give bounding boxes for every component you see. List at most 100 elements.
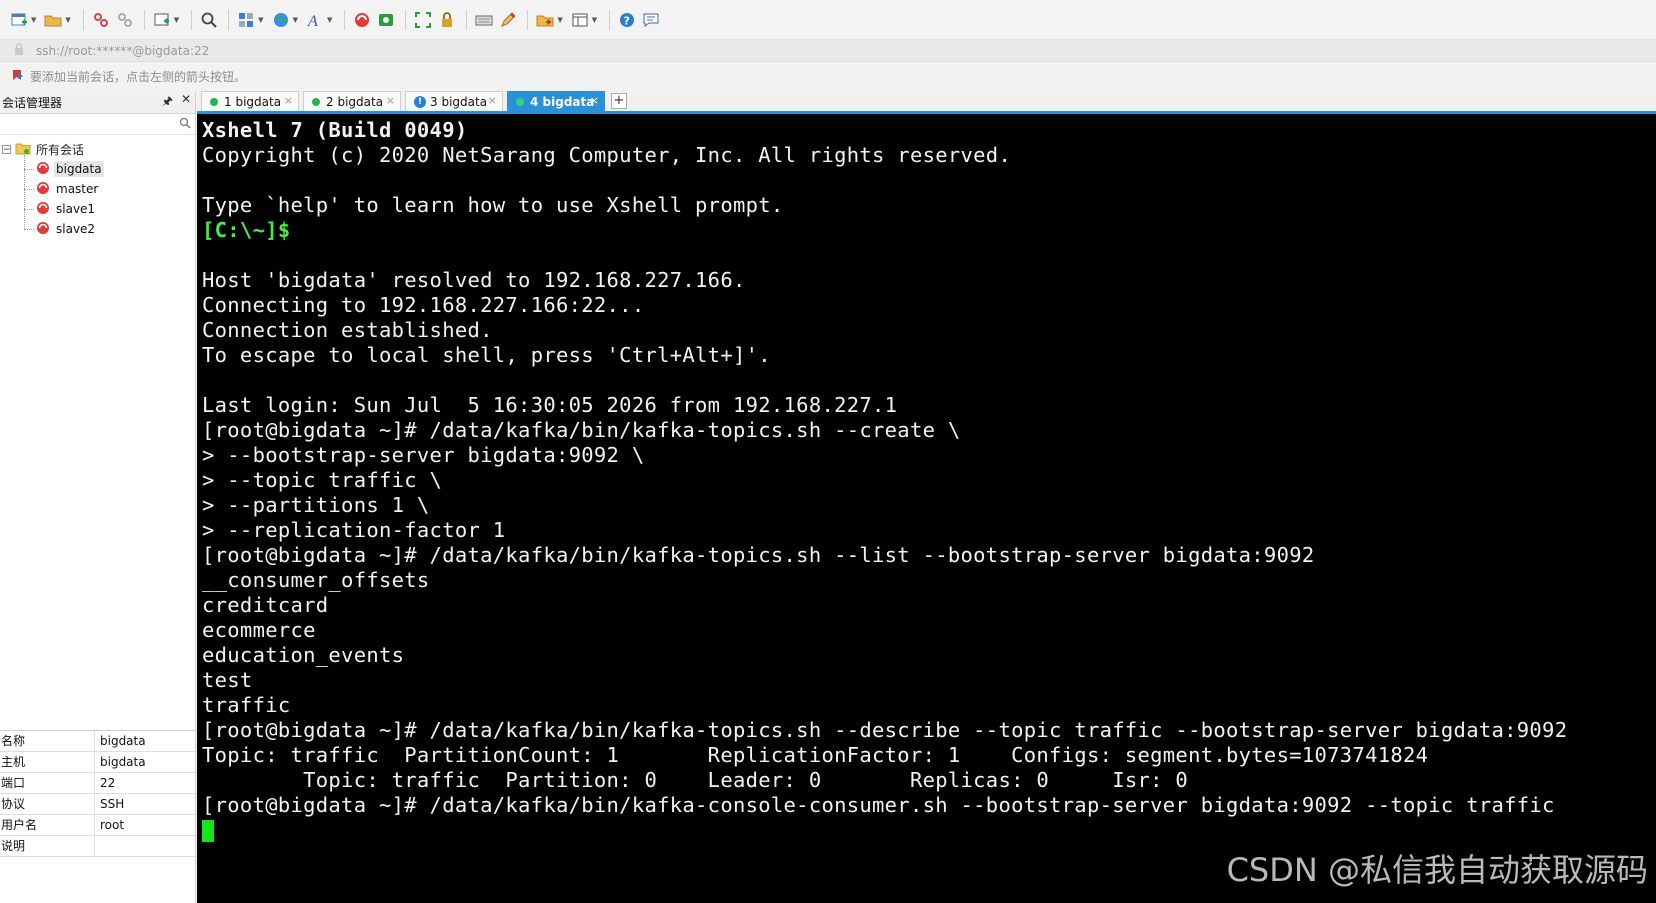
close-tab-icon[interactable]: × <box>488 94 497 107</box>
properties-icon[interactable] <box>235 9 257 31</box>
session-icon <box>36 201 50 218</box>
tab-label: 3 bigdata <box>430 94 488 109</box>
session-item-slave2[interactable]: slave2 <box>24 219 195 239</box>
session-label: bigdata <box>54 161 104 177</box>
folder-icon <box>15 141 31 158</box>
tree-branch-line <box>24 208 34 210</box>
font-dropdown-icon[interactable]: ▼ <box>327 16 332 24</box>
help-icon[interactable]: ? <box>616 9 638 31</box>
pin-icon[interactable]: 🖈 <box>162 92 173 113</box>
property-row-description: 说明 <box>0 836 195 857</box>
close-tab-icon[interactable]: × <box>590 94 599 107</box>
properties-dropdown-icon[interactable]: ▼ <box>258 16 263 24</box>
tree-branch-line <box>24 188 34 190</box>
property-key: 端口 <box>0 773 95 793</box>
tree-root-all-sessions[interactable]: − 所有会话 <box>0 139 195 159</box>
terminal-line: > --partitions 1 \ <box>202 493 430 517</box>
terminal-output: Xshell 7 (Build 0049) Copyright (c) 2020 … <box>197 114 1656 843</box>
property-key: 名称 <box>0 731 95 751</box>
layout-dropdown-icon[interactable]: ▼ <box>592 16 597 24</box>
collapse-icon[interactable]: − <box>2 144 11 154</box>
tab-4-bigdata[interactable]: 4 bigdata × <box>507 91 605 111</box>
property-value: bigdata <box>100 755 146 769</box>
bookmark-arrow-icon[interactable] <box>12 69 24 84</box>
new-tab-dropdown-icon[interactable]: ▼ <box>557 16 562 24</box>
font-icon[interactable]: A <box>304 9 326 31</box>
tab-label: 4 bigdata <box>530 94 595 109</box>
new-session-dropdown-icon[interactable]: ▼ <box>31 16 36 24</box>
property-row-protocol: 协议 SSH <box>0 794 195 815</box>
lock-icon[interactable] <box>436 9 458 31</box>
connected-status-icon <box>312 97 320 106</box>
new-tab-icon[interactable] <box>534 9 556 31</box>
property-key: 主机 <box>0 752 95 772</box>
globe-icon[interactable] <box>270 9 292 31</box>
reconnect-icon[interactable] <box>114 9 136 31</box>
terminal-line: Connection established. <box>202 318 493 342</box>
session-list: bigdata master slave1 slave2 <box>24 155 195 239</box>
terminal-line: Topic: traffic Partition: 0 Leader: 0 Re… <box>202 768 1189 792</box>
terminal-line: Last login: Sun Jul 5 16:30:05 2026 from… <box>202 393 898 417</box>
toolbar-separator <box>143 9 145 30</box>
terminal-line: Copyright (c) 2020 NetSarang Computer, I… <box>202 143 1012 167</box>
disconnect-icon[interactable] <box>90 9 112 31</box>
compose-icon[interactable] <box>497 9 519 31</box>
add-tab-button[interactable]: + <box>611 93 627 109</box>
info-status-icon: ! <box>414 95 426 108</box>
search-icon[interactable] <box>179 117 191 132</box>
globe-dropdown-icon[interactable]: ▼ <box>293 16 298 24</box>
address-text[interactable]: ssh://root:******@bigdata:22 <box>36 44 209 58</box>
property-value: root <box>100 818 125 832</box>
terminal-line: Connecting to 192.168.227.166:22... <box>202 293 645 317</box>
tab-label: 2 bigdata <box>326 94 384 109</box>
lock-icon <box>14 43 28 58</box>
session-manager-title: 会话管理器 <box>2 96 63 110</box>
close-tab-icon[interactable]: × <box>386 94 395 107</box>
session-label: slave2 <box>56 222 96 236</box>
xmanager-icon[interactable] <box>375 9 397 31</box>
toolbar: ▼ ▼ ▼ ▼ ▼ A ▼ ▼ ▼ ? <box>0 0 1656 40</box>
close-icon[interactable]: ✕ <box>181 92 191 113</box>
layout-icon[interactable] <box>569 9 591 31</box>
session-item-slave1[interactable]: slave1 <box>24 199 195 219</box>
session-item-master[interactable]: master <box>24 179 195 199</box>
session-tree: − 所有会话 bigdata master slave1 slave2 <box>0 135 195 239</box>
open-folder-icon[interactable] <box>42 9 64 31</box>
keyboard-icon[interactable] <box>473 9 495 31</box>
toolbar-separator <box>527 9 529 30</box>
terminal-cursor <box>202 820 214 842</box>
terminal-line: [root@bigdata ~]# /data/kafka/bin/kafka-… <box>202 543 1315 567</box>
session-search-input[interactable] <box>0 114 195 135</box>
terminal-line: ecommerce <box>202 618 316 642</box>
window-dropdown-icon[interactable]: ▼ <box>174 16 179 24</box>
new-session-icon[interactable] <box>8 9 30 31</box>
tab-2-bigdata[interactable]: 2 bigdata × <box>303 91 401 111</box>
open-dropdown-icon[interactable]: ▼ <box>65 16 70 24</box>
property-key: 用户名 <box>0 815 95 835</box>
address-bar[interactable]: ssh://root:******@bigdata:22 <box>0 40 1656 62</box>
property-key: 说明 <box>0 836 95 856</box>
session-item-bigdata[interactable]: bigdata <box>24 159 195 179</box>
svg-text:?: ? <box>624 14 630 27</box>
terminal-line: > --topic traffic \ <box>202 468 443 492</box>
connected-status-icon <box>210 97 218 106</box>
tab-1-bigdata[interactable]: 1 bigdata × <box>201 91 299 111</box>
chat-icon[interactable] <box>640 9 662 31</box>
tree-guide-line <box>24 155 25 229</box>
terminal-screen[interactable]: Xshell 7 (Build 0049) Copyright (c) 2020 … <box>197 114 1656 903</box>
find-icon[interactable] <box>198 9 220 31</box>
fullscreen-icon[interactable] <box>412 9 434 31</box>
new-window-icon[interactable] <box>151 9 173 31</box>
tree-branch-line <box>24 168 34 170</box>
property-value: 22 <box>100 776 116 790</box>
xftp-icon[interactable] <box>351 9 373 31</box>
property-row-host: 主机 bigdata <box>0 752 195 773</box>
close-tab-icon[interactable]: × <box>284 94 293 107</box>
session-manager-panel: 会话管理器 🖈 ✕ − 所有会话 bigdata master slave1 s… <box>0 92 196 903</box>
toolbar-separator <box>405 9 407 30</box>
tab-3-bigdata[interactable]: ! 3 bigdata × <box>405 91 503 111</box>
terminal-line: Xshell 7 (Build 0049) <box>202 118 468 142</box>
